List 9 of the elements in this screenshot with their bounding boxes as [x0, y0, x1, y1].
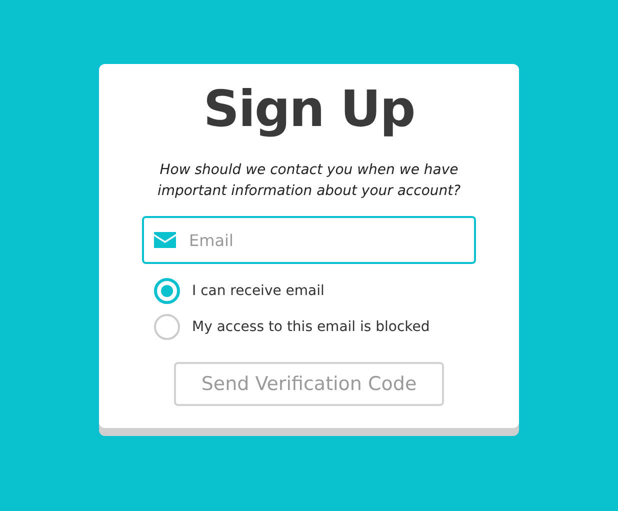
page-title: Sign Up	[203, 79, 415, 140]
radio-option[interactable]: I can receive email	[154, 278, 476, 304]
email-field[interactable]: Email	[142, 216, 476, 264]
option-label: My access to this email is blocked	[192, 319, 430, 335]
prompt-text: How should we contact you when we have important information about your account?	[156, 161, 462, 201]
radio-option[interactable]: My access to this email is blocked	[154, 314, 476, 340]
radio-button[interactable]	[154, 314, 180, 340]
radio-button[interactable]	[154, 278, 180, 304]
option-label: I can receive email	[192, 283, 324, 299]
